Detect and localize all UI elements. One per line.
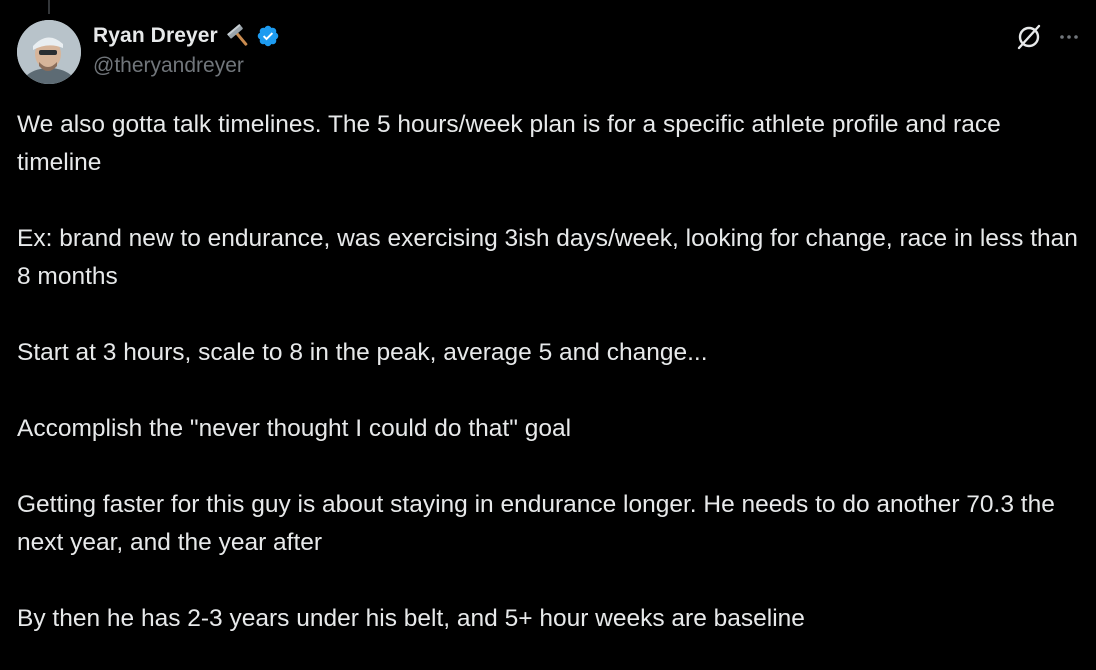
tweet-text: We also gotta talk timelines. The 5 hour… xyxy=(17,106,1083,638)
tweet-paragraph: Start at 3 hours, scale to 8 in the peak… xyxy=(17,339,708,366)
verified-badge-icon[interactable] xyxy=(256,24,280,48)
avatar[interactable] xyxy=(17,20,81,84)
hammer-icon xyxy=(226,23,252,49)
tweet-paragraph: Accomplish the "never thought I could do… xyxy=(17,415,572,442)
author-handle[interactable]: @theryandreyer xyxy=(93,54,996,78)
avatar-photo xyxy=(17,20,81,84)
more-icon[interactable] xyxy=(1056,24,1082,50)
tweet-top-actions xyxy=(1014,22,1082,52)
tweet-paragraph: By then he has 2-3 years under his belt,… xyxy=(17,605,805,632)
grok-icon[interactable] xyxy=(1014,22,1044,52)
tweet-paragraph: We also gotta talk timelines. The 5 hour… xyxy=(17,111,1001,176)
tweet-header: Ryan Dreyer @theryandreyer xyxy=(93,20,996,78)
author-display-name[interactable]: Ryan Dreyer xyxy=(93,24,218,48)
tweet-paragraph: Ex: brand new to endurance, was exercisi… xyxy=(17,225,1078,290)
tweet-paragraph: Getting faster for this guy is about sta… xyxy=(17,491,1055,556)
author-name-row: Ryan Dreyer xyxy=(93,20,996,52)
thread-connector-line xyxy=(48,0,50,14)
